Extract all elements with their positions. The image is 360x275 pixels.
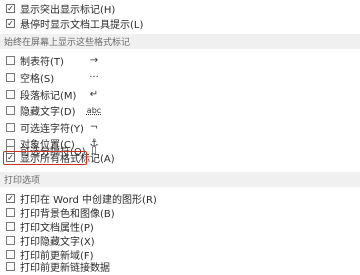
label-tab-characters: 制表符(T)	[20, 57, 64, 68]
checkbox-show-highlighter-marks[interactable]: ✓	[6, 4, 15, 13]
highlight-box	[3, 151, 87, 165]
label-print-properties: 打印文档属性(P)	[20, 223, 94, 234]
hidden-text-icon: abc	[86, 106, 102, 115]
checkbox-print-drawings[interactable]: ✓	[6, 194, 15, 203]
label-show-highlighter-marks: 显示突出显示标记(H)	[20, 5, 116, 16]
checkbox-spaces[interactable]	[6, 73, 15, 82]
label-paragraph-marks: 段落标记(M)	[20, 91, 77, 102]
label-hidden-text: 隐藏文字(D)	[20, 107, 76, 118]
section-title-print-options: 打印选项	[4, 176, 41, 186]
checkbox-paragraph-marks[interactable]	[6, 90, 15, 99]
tab-arrow-icon: →	[89, 55, 99, 66]
checkbox-tab-characters[interactable]	[6, 56, 15, 65]
checkbox-optional-hyphens[interactable]	[6, 123, 15, 132]
label-hover-tooltips: 悬停时显示文档工具提示(L)	[20, 20, 144, 31]
optional-hyphen-icon: ¬	[89, 122, 99, 133]
section-title-formatting-marks: 始终在屏幕上显示这些格式标记	[4, 38, 131, 48]
label-optional-hyphens: 可选连字符(Y)	[20, 124, 84, 135]
checkbox-hidden-text[interactable]	[6, 106, 15, 115]
label-print-hidden-text: 打印隐藏文字(X)	[20, 237, 95, 248]
checkbox-hover-tooltips[interactable]: ✓	[6, 19, 15, 28]
paragraph-mark-icon: ↵	[89, 89, 99, 100]
label-spaces: 空格(S)	[20, 74, 55, 85]
label-update-linked-data: 打印前更新链接数据	[20, 263, 110, 274]
section-header-formatting-marks: 始终在屏幕上显示这些格式标记	[0, 34, 360, 49]
label-print-background: 打印背景色和图像(B)	[20, 209, 115, 220]
checkbox-print-hidden-text[interactable]	[6, 236, 15, 245]
checkbox-update-fields[interactable]	[6, 250, 15, 259]
checkbox-print-properties[interactable]	[6, 222, 15, 231]
section-header-print-options: 打印选项	[0, 172, 360, 187]
checkbox-print-background[interactable]	[6, 208, 15, 217]
space-dots-icon: ···	[89, 72, 99, 83]
label-print-drawings: 打印在 Word 中创建的图形(R)	[20, 195, 157, 206]
